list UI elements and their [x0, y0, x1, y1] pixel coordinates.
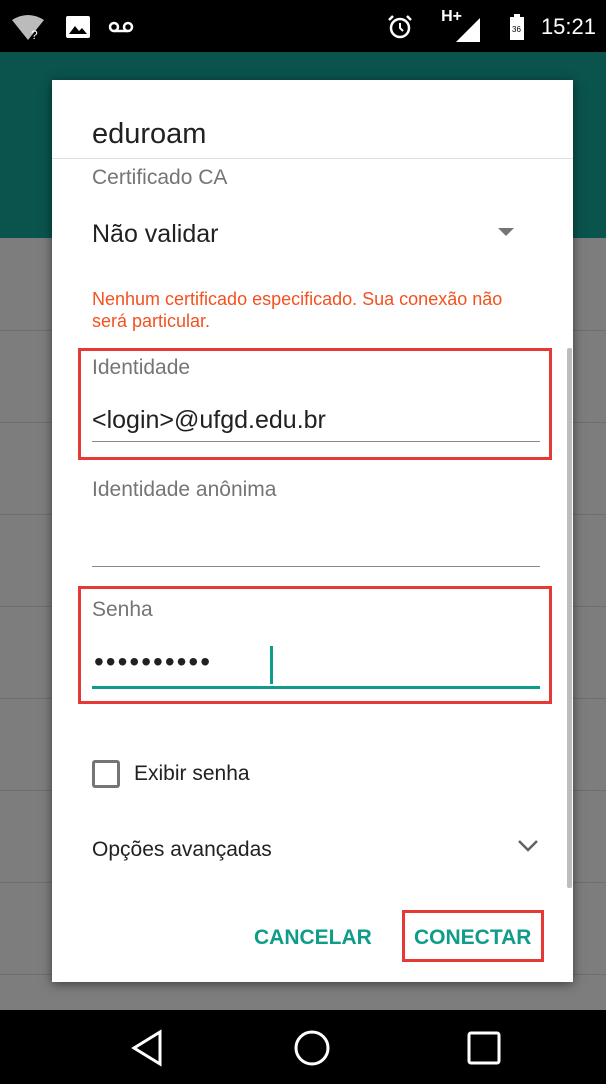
cancel-button[interactable]: CANCELAR [254, 926, 372, 950]
anon-identity-label: Identidade anônima [92, 478, 277, 501]
voicemail-icon [108, 21, 134, 33]
svg-text:?: ? [31, 28, 38, 42]
dialog-title: eduroam [92, 118, 207, 150]
connect-button[interactable]: CONECTAR [414, 926, 531, 950]
back-icon[interactable] [126, 1026, 170, 1070]
password-input[interactable]: •••••••••• [94, 646, 212, 678]
identity-label: Identidade [92, 356, 191, 379]
show-password-label[interactable]: Exibir senha [134, 762, 250, 786]
ca-cert-label: Certificado CA [92, 166, 228, 189]
signal-icon [456, 18, 480, 42]
clock: 15:21 [540, 14, 596, 39]
recent-apps-icon[interactable] [462, 1026, 506, 1070]
scrollbar[interactable] [567, 348, 572, 888]
status-bar: ? H+ 36 15:21 [0, 0, 606, 52]
battery-level: 36 [512, 25, 521, 34]
identity-input[interactable]: <login>@ufgd.edu.br [92, 406, 326, 435]
password-label: Senha [92, 598, 153, 621]
anon-identity-underline [92, 566, 540, 567]
home-icon[interactable] [290, 1026, 334, 1070]
navigation-bar [0, 1010, 606, 1084]
alarm-icon [388, 15, 412, 39]
wifi-dialog: eduroam Certificado CA Não validar Nenhu… [52, 80, 573, 982]
ca-cert-select[interactable]: Não validar [92, 220, 218, 249]
anon-identity-input[interactable] [92, 528, 540, 562]
title-divider [52, 158, 573, 159]
advanced-options-label[interactable]: Opções avançadas [92, 838, 272, 862]
image-icon [66, 16, 90, 38]
cert-warning: Nenhum certificado especificado. Sua con… [92, 289, 503, 331]
wifi-unknown-icon: ? [12, 15, 44, 42]
text-cursor [270, 646, 273, 684]
chevron-down-icon[interactable] [516, 838, 540, 854]
password-underline [92, 686, 540, 689]
battery-icon: 36 [510, 14, 524, 40]
show-password-checkbox[interactable] [92, 760, 120, 788]
dropdown-arrow-icon[interactable] [498, 228, 514, 236]
identity-underline [92, 441, 540, 442]
